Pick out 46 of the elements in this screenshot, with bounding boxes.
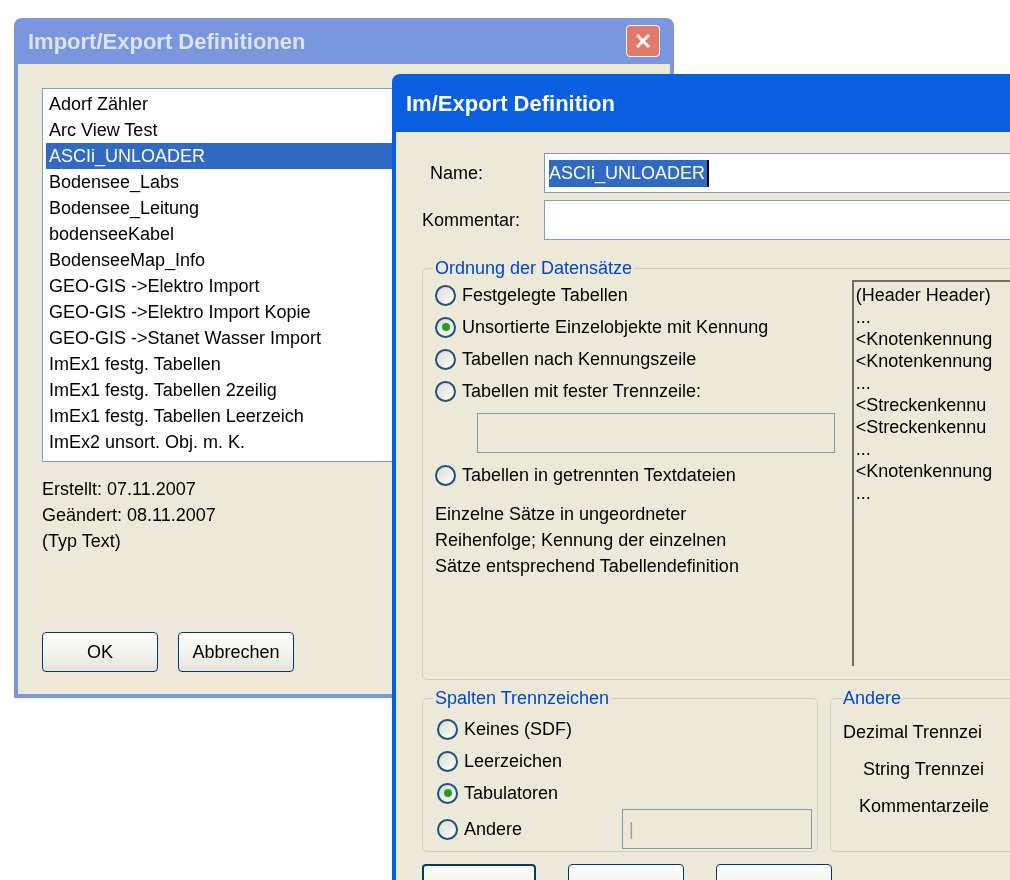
radio-button[interactable] <box>435 464 456 486</box>
separator-line-field[interactable] <box>477 413 835 453</box>
info-text: Geändert: 08.11.2007 <box>42 504 216 527</box>
preview-line: ... <box>855 438 872 460</box>
preview-line: ... <box>855 306 872 328</box>
setting-label: String Trennzei <box>862 758 986 781</box>
radio-label: Tabulatoren <box>464 781 559 805</box>
radio-label: Tabellen nach Kennungszeile <box>462 347 697 371</box>
radio-label: Tabellen mit fester Trennzeile: <box>462 379 702 403</box>
radio-button[interactable] <box>435 316 456 338</box>
radio-button[interactable] <box>435 380 456 402</box>
preview-line: ... <box>855 482 872 504</box>
preview-line: <Knotenkennung <box>855 328 994 350</box>
radio-button[interactable] <box>437 750 458 772</box>
preview-line: <Streckenkennu <box>855 416 988 438</box>
window-title: Im/Export Definition <box>406 89 615 118</box>
name-label: Name: <box>429 161 484 185</box>
info-text: Erstellt: 07.11.2007 <box>42 478 196 501</box>
radio-label: Tabellen in getrennten Textdateien <box>462 463 736 487</box>
radio-label: Unsortierte Einzelobjekte mit Kennung <box>462 315 769 339</box>
radio-label: Andere <box>464 817 523 841</box>
preview-line: (Header Header) <box>855 284 992 306</box>
dialog-button[interactable]: Abbrechen <box>178 632 294 672</box>
radio-button[interactable] <box>437 782 458 804</box>
description-text: Einzelne Sätze in ungeordneter Reihenfolge; Kennung der einzelnen Sätze entsprechend Tabellendefinition <box>435 503 740 578</box>
radio-button[interactable] <box>435 284 456 306</box>
preview-line: <Streckenkennu <box>855 394 988 416</box>
radio-label: Festgelegte Tabellen <box>462 283 628 307</box>
setting-label: Kommentarzeile <box>858 795 991 818</box>
dialog-button[interactable]: OK <box>42 632 158 672</box>
preview-line: <Knotenkennung <box>855 460 994 482</box>
name-field[interactable]: ASCIi_UNLOADER <box>544 153 1010 193</box>
close-icon <box>634 32 652 50</box>
preview-line: <Knotenkennung <box>855 350 994 372</box>
radio-label: Keines (SDF) <box>464 717 573 741</box>
window-title: Import/Export Definitionen <box>28 27 306 56</box>
info-text: (Typ Text) <box>42 530 121 553</box>
setting-label: Dezimal Trennzei <box>843 721 984 744</box>
radio-button[interactable] <box>437 818 458 840</box>
radio-button[interactable] <box>437 718 458 740</box>
preview-line: ... <box>855 372 872 394</box>
close-button[interactable] <box>626 25 660 57</box>
comment-label: Kommentar: <box>422 208 522 232</box>
comment-field[interactable] <box>544 200 1010 240</box>
radio-button[interactable] <box>435 348 456 370</box>
radio-label: Leerzeichen <box>464 749 563 773</box>
